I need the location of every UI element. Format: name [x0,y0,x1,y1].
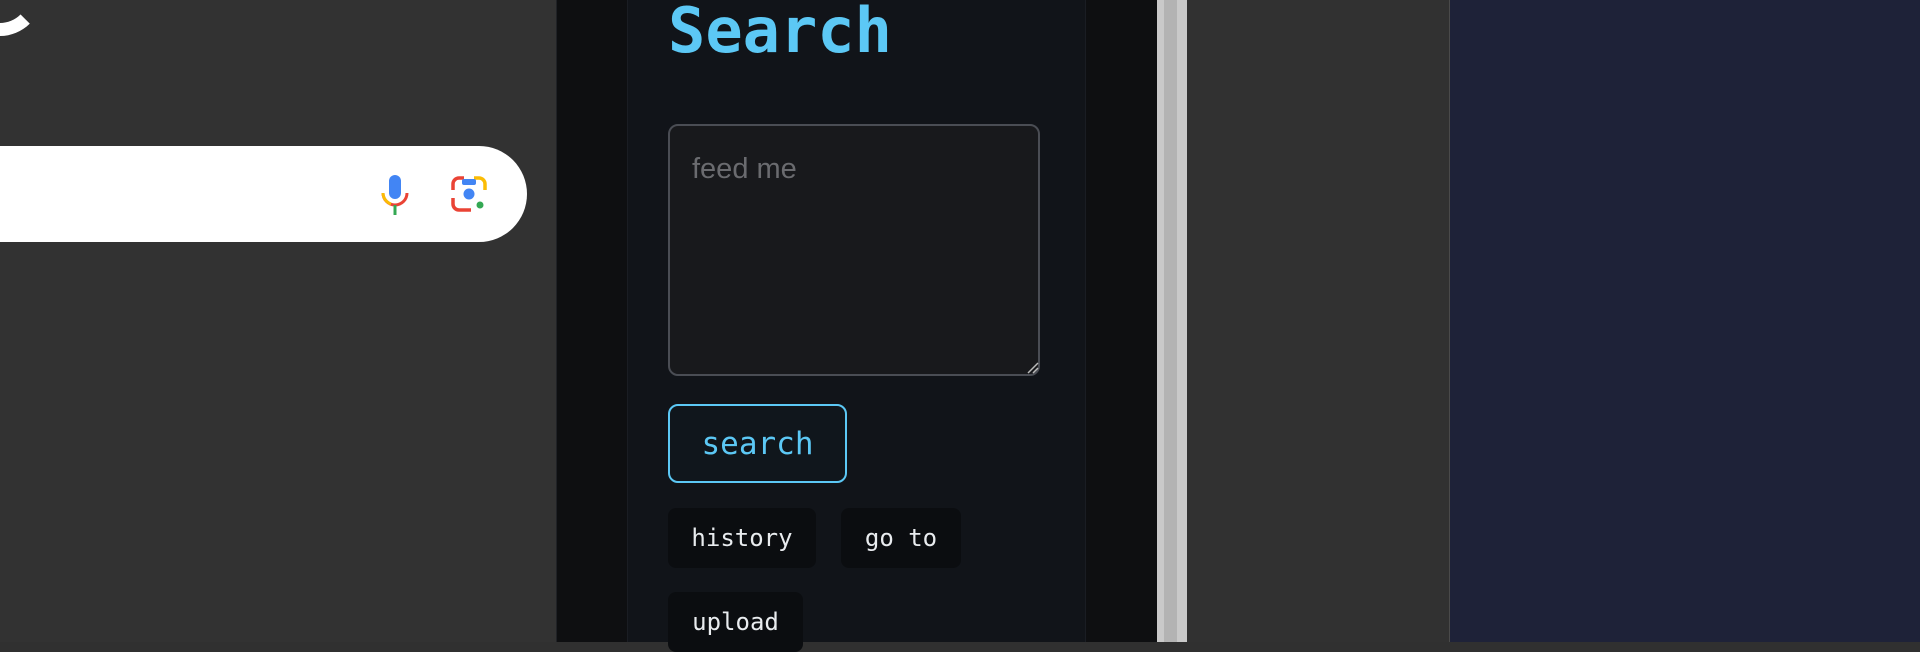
google-lens-icon[interactable] [451,176,487,212]
history-button[interactable]: history [668,508,816,568]
logo-fragment-icon [0,0,42,36]
upload-button[interactable]: upload [668,592,803,652]
mic-icon[interactable] [380,175,410,215]
background-search-bar[interactable] [0,146,527,242]
middle-pane [1187,0,1450,642]
right-pane [1450,0,1920,642]
scrollbar[interactable] [1157,0,1187,642]
go-to-button[interactable]: go to [841,508,961,568]
page-title: Search [668,0,892,67]
background-browser-window [0,0,556,642]
search-button[interactable]: search [668,404,847,483]
query-input[interactable] [668,124,1040,376]
resize-handle-icon[interactable] [1027,362,1039,374]
